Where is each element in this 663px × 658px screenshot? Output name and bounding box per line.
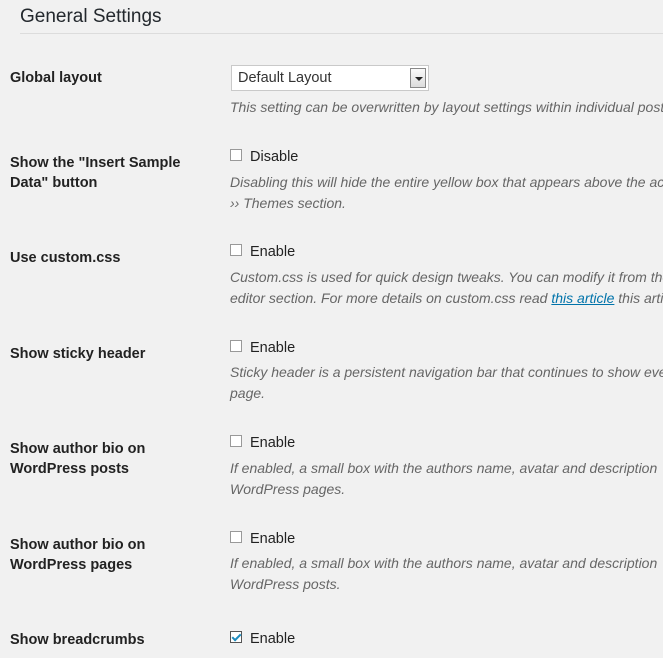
custom-css-option-label[interactable]: Enable [250, 244, 295, 260]
author-bio-pages-label: Show author bio on WordPress pages [10, 537, 146, 573]
chevron-down-icon[interactable] [410, 68, 426, 88]
global-layout-description: This setting can be overwritten by layou… [230, 99, 663, 115]
author-bio-pages-option-label[interactable]: Enable [250, 531, 295, 547]
custom-css-control[interactable]: Enable [230, 243, 295, 261]
custom-css-description-tail: this article [618, 290, 663, 306]
sticky-header-description-line2: page. [230, 385, 266, 401]
sticky-header-description-line1: Sticky header is a persistent navigation… [230, 364, 663, 380]
sample-data-option-label[interactable]: Disable [250, 149, 298, 165]
author-bio-pages-control[interactable]: Enable [230, 530, 295, 548]
author-bio-posts-description-line2: WordPress pages. [230, 481, 346, 497]
custom-css-description-line2: editor section. For more details on cust… [230, 288, 663, 309]
sample-data-label: Show the "Insert Sample Data" button [10, 155, 181, 191]
global-layout-selected-value: Default Layout [238, 70, 332, 86]
sample-data-checkbox[interactable] [230, 148, 242, 161]
author-bio-posts-checkbox[interactable] [230, 434, 242, 447]
section-title: General Settings [20, 6, 162, 27]
custom-css-label: Use custom.css [10, 250, 121, 266]
breadcrumbs-control[interactable]: Enable [230, 630, 295, 648]
author-bio-pages-description-line1: If enabled, a small box with the authors… [230, 555, 658, 571]
sample-data-description-line2: ›› Themes section. [230, 195, 346, 211]
sample-data-control[interactable]: Disable [230, 148, 298, 166]
breadcrumbs-option-label[interactable]: Enable [250, 631, 295, 647]
sticky-header-checkbox[interactable] [230, 339, 242, 352]
author-bio-posts-option-label[interactable]: Enable [250, 435, 295, 451]
author-bio-pages-checkbox[interactable] [230, 530, 242, 543]
sticky-header-label: Show sticky header [10, 346, 146, 362]
author-bio-posts-control[interactable]: Enable [230, 434, 295, 452]
sticky-header-control[interactable]: Enable [230, 339, 295, 357]
global-layout-label: Global layout [10, 70, 102, 86]
breadcrumbs-checkbox[interactable] [230, 630, 242, 643]
title-divider [20, 33, 663, 34]
author-bio-posts-label: Show author bio on WordPress posts [10, 441, 146, 477]
breadcrumbs-label: Show breadcrumbs [10, 632, 145, 648]
author-bio-posts-description-line1: If enabled, a small box with the authors… [230, 460, 658, 476]
global-layout-select[interactable]: Default Layout [231, 65, 429, 91]
this-article-link[interactable]: this article [551, 290, 614, 306]
author-bio-pages-description-line2: WordPress posts. [230, 576, 341, 592]
sticky-header-option-label[interactable]: Enable [250, 340, 295, 356]
custom-css-checkbox[interactable] [230, 243, 242, 256]
custom-css-description-line1: Custom.css is used for quick design twea… [230, 269, 663, 285]
custom-css-description-text: editor section. For more details on cust… [230, 290, 552, 306]
sample-data-description-line1: Disabling this will hide the entire yell… [230, 174, 663, 190]
